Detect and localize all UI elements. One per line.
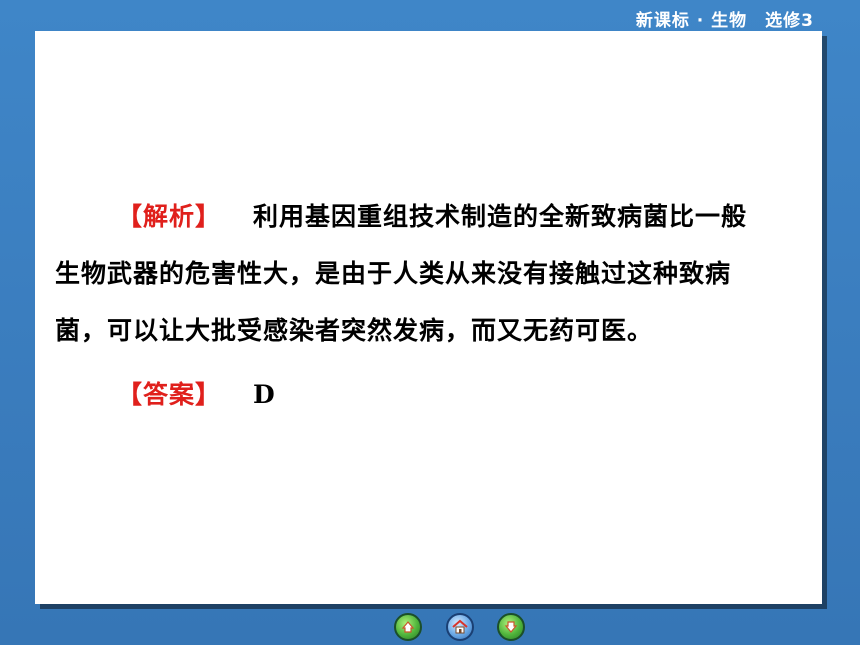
analysis-text-1: 利用基因重组技术制造的全新致病菌比一般	[253, 202, 748, 231]
slide-frame: 新课标 · 生物 选修3 【解析】 利用基因重组技术制造的全新致病菌比一般 生物武器…	[0, 0, 860, 645]
answer-value: D	[253, 380, 276, 409]
next-page-button[interactable]	[497, 613, 525, 641]
analysis-line-3: 菌，可以让大批受感染者突然发病，而又无药可医。	[55, 316, 654, 345]
previous-page-button[interactable]	[394, 613, 422, 641]
module-title: 选修3	[765, 11, 814, 31]
home-button[interactable]	[446, 613, 474, 641]
course-header: 新课标 · 生物 选修3	[636, 6, 814, 31]
answer-paragraph: 【答案】 D	[55, 366, 276, 423]
answer-tag: 【答案】	[117, 380, 222, 409]
answer-line: 【答案】 D	[55, 366, 276, 423]
analysis-line-2: 生物武器的危害性大，是由于人类从来没有接触过这种致病	[55, 259, 732, 288]
analysis-paragraph: 【解析】 利用基因重组技术制造的全新致病菌比一般 生物武器的危害性大，是由于人类从…	[55, 188, 747, 359]
next-page-icon	[504, 621, 518, 633]
home-icon	[452, 619, 468, 634]
analysis-tag: 【解析】	[117, 202, 222, 231]
analysis-line-1: 【解析】 利用基因重组技术制造的全新致病菌比一般	[55, 188, 747, 245]
course-title: 新课标 · 生物	[635, 11, 748, 31]
previous-page-icon	[401, 621, 415, 633]
